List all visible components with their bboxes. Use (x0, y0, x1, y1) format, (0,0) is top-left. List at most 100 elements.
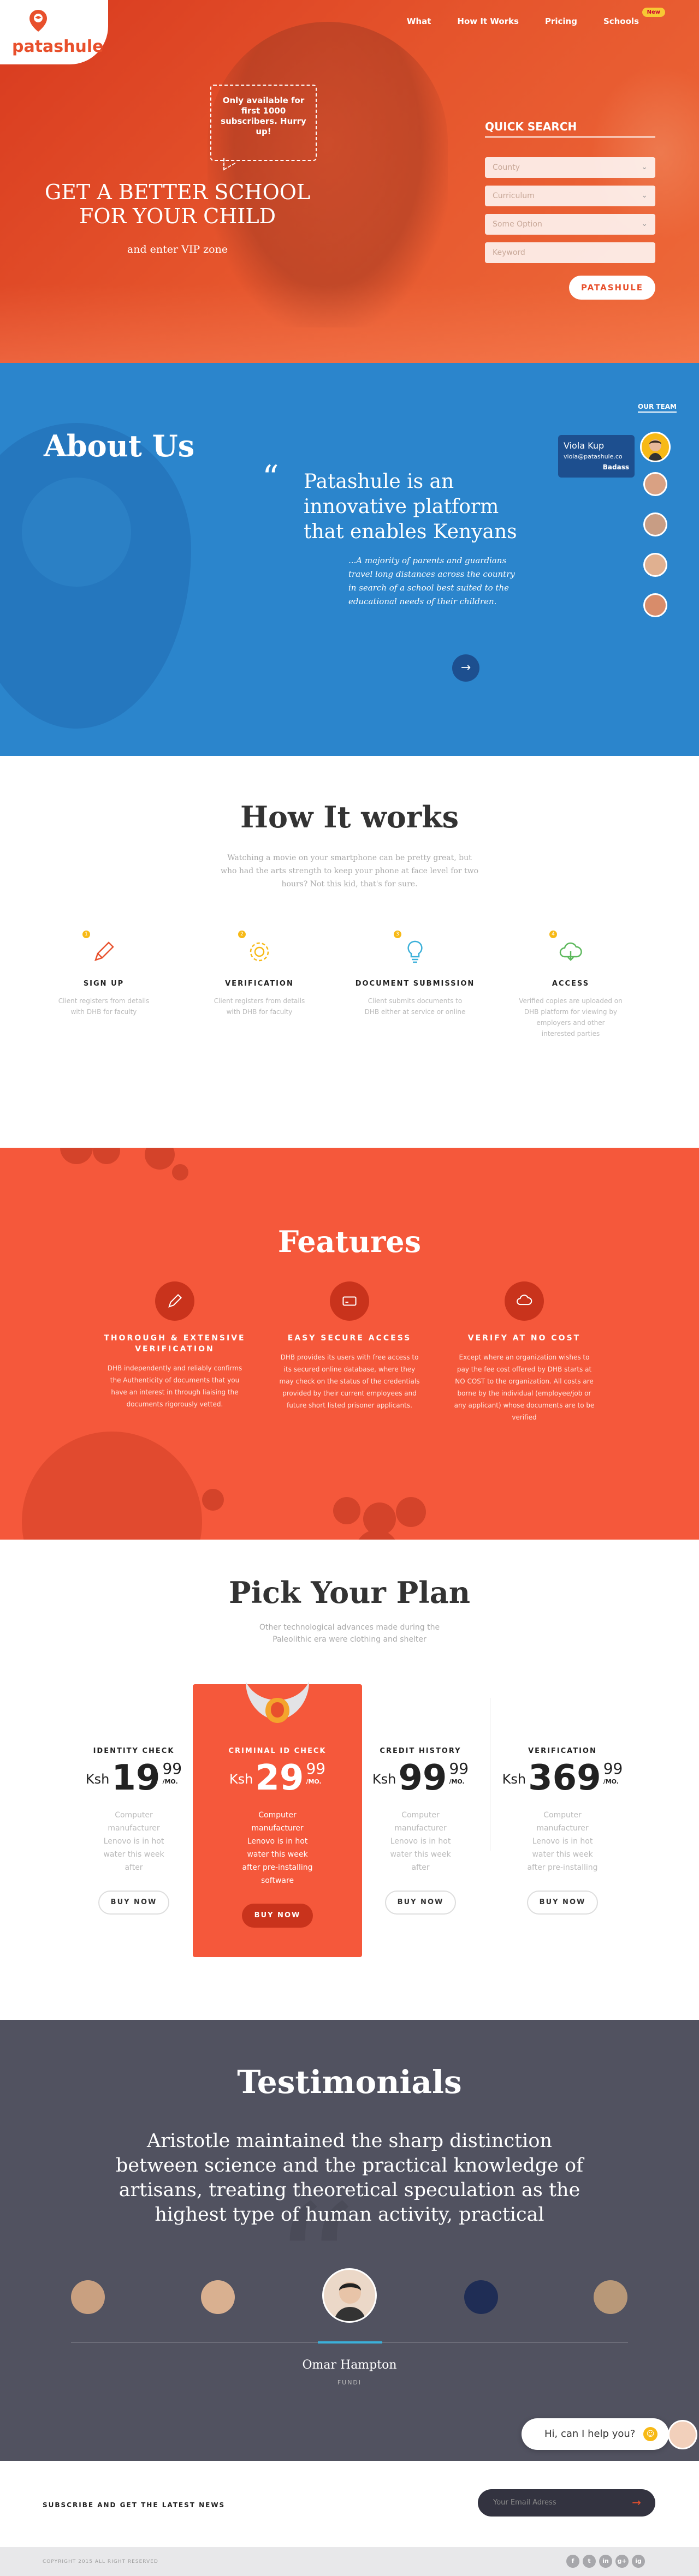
logo[interactable]: patashule (0, 0, 108, 64)
search-button[interactable]: PATASHULE (569, 276, 655, 300)
email-field[interactable]: Your Email Adress → (478, 2489, 655, 2517)
feature-no-cost: VERIFY AT NO COST Except where an organi… (453, 1281, 595, 1423)
gear-icon (250, 942, 269, 962)
testimonial-avatar-active[interactable] (322, 2268, 377, 2323)
hero-subtitle: and enter VIP zone (127, 243, 228, 255)
plan-title: VERIFICATION (528, 1747, 597, 1755)
curriculum-select-label: Curriculum (493, 192, 535, 200)
county-select-label: County (493, 163, 520, 172)
google-plus-icon[interactable]: g+ (615, 2555, 629, 2568)
curriculum-select[interactable]: Curriculum ⌄ (485, 186, 655, 206)
price-whole: 29 (255, 1758, 304, 1798)
plan-credit-history: CREDIT HISTORY Ksh 99 99/MO. Computer ma… (360, 1747, 481, 1915)
step-number: 1 (82, 931, 90, 938)
team-avatar[interactable] (643, 593, 667, 617)
team-label: OUR TEAM (638, 403, 677, 413)
quote-icon: “ (262, 458, 279, 497)
decor-dot (202, 1489, 224, 1511)
plan-identity-check: IDENTITY CHECK Ksh 19 99/MO. Computer ma… (74, 1747, 194, 1915)
decor-gear (22, 1432, 202, 1540)
testimonial-avatar[interactable] (464, 2280, 498, 2314)
step-sign-up: 1 SIGN UP Client registers from details … (44, 931, 164, 1017)
hero-title: GET A BETTER SCHOOL FOR YOUR CHILD (44, 180, 311, 228)
nav-pricing[interactable]: Pricing (545, 16, 577, 26)
arrow-right-icon: → (460, 661, 471, 675)
price-whole: 369 (528, 1758, 601, 1798)
arrow-right-icon[interactable]: → (632, 2496, 641, 2509)
member-email: viola@patashule.co (564, 453, 623, 460)
price-cents: 99 (306, 1760, 326, 1778)
step-title: SIGN UP (83, 980, 125, 988)
step-verification: 2 VERIFICATION Client registers from det… (199, 931, 319, 1017)
email-placeholder: Your Email Adress (493, 2499, 556, 2507)
team-avatar[interactable] (643, 512, 667, 536)
decor-dot (172, 1164, 188, 1180)
plan-price: Ksh 29 99/MO. (217, 1761, 337, 1796)
instagram-icon[interactable]: ig (632, 2555, 645, 2568)
linkedin-icon[interactable]: in (599, 2555, 612, 2568)
buy-now-button[interactable]: BUY NOW (527, 1891, 598, 1915)
hero-section: patashule What How It Works Pricing Scho… (0, 0, 699, 363)
keyword-input[interactable]: Keyword (485, 242, 655, 263)
bulb-icon (407, 940, 423, 963)
plans-description: Other technological advances made during… (259, 1623, 440, 1644)
pencil-icon (94, 941, 114, 961)
testimonial-avatar[interactable] (594, 2280, 627, 2314)
decor-dot (396, 1497, 426, 1527)
logo-text: patashule (12, 37, 104, 56)
cloud-icon (559, 942, 582, 961)
facebook-icon[interactable]: f (566, 2555, 579, 2568)
price-cents: 99 (603, 1760, 623, 1778)
subscribe-section: SUBSCRIBE AND GET THE LATEST NEWS Your E… (0, 2461, 699, 2547)
feature-desc: DHB provides its users with free access … (279, 1353, 420, 1409)
copyright: COPYRIGHT 2015 ALL RIGHT RESERVED (43, 2559, 158, 2565)
member-name: Viola Kup (564, 440, 605, 451)
option-select[interactable]: Some Option ⌄ (485, 214, 655, 235)
feature-icon-circle (505, 1281, 544, 1321)
plan-price: Ksh 19 99/MO. (74, 1761, 194, 1796)
smile-icon: ☺ (643, 2427, 657, 2441)
team-avatar[interactable] (643, 553, 667, 577)
plan-desc: Computer manufacturer Lenovo is in hot w… (390, 1811, 451, 1872)
pricing-section: Pick Your Plan Other technological advan… (0, 1540, 699, 2020)
nav-what[interactable]: What (407, 16, 431, 26)
plan-desc: Computer manufacturer Lenovo is in hot w… (527, 1811, 598, 1872)
background-pin-hole (22, 478, 131, 587)
team-avatar[interactable] (643, 472, 667, 496)
step-desc: Client registers from details with DHB f… (58, 997, 150, 1016)
pencil-icon (168, 1293, 182, 1308)
county-select[interactable]: County ⌄ (485, 157, 655, 178)
plan-price: Ksh 369 99/MO. (502, 1761, 623, 1796)
nav-how-it-works[interactable]: How It Works (457, 16, 519, 26)
buy-now-button[interactable]: BUY NOW (98, 1891, 169, 1915)
feature-icon-circle (330, 1281, 369, 1321)
next-arrow-button[interactable]: → (452, 654, 479, 682)
chat-widget[interactable]: Hi, can I help you? ☺ (522, 2418, 669, 2450)
hero-photo (208, 22, 448, 327)
team-member-card: Viola Kup viola@patashule.co Badass (558, 435, 635, 478)
twitter-icon[interactable]: t (583, 2555, 596, 2568)
team-avatar[interactable] (640, 432, 671, 462)
testimonial-avatar[interactable] (201, 2280, 235, 2314)
avatar-face-icon (648, 439, 662, 461)
decor-dot (145, 1148, 175, 1170)
about-title: About Us (44, 428, 195, 463)
step-desc: Client submits documents to DHB either a… (364, 997, 466, 1016)
nav-schools[interactable]: Schools New (603, 8, 665, 26)
about-body: ...A majority of parents and guardians t… (348, 556, 515, 606)
price-period: /MO. (306, 1778, 322, 1785)
feature-secure-access: EASY SECURE ACCESS DHB provides its user… (279, 1281, 420, 1411)
testimonial-avatar[interactable] (71, 2280, 105, 2314)
plan-desc: Computer manufacturer Lenovo is in hot w… (103, 1811, 164, 1872)
chat-agent-avatar[interactable] (668, 2420, 697, 2449)
how-it-works-section: How It works Watching a movie on your sm… (0, 756, 699, 1148)
step-desc: Client registers from details with DHB f… (214, 997, 305, 1016)
feature-verification: THOROUGH & EXTENSIVE VERIFICATION DHB in… (104, 1281, 246, 1410)
about-section: About Us “ Patashule is an innovative pl… (0, 363, 699, 756)
buy-now-button[interactable]: BUY NOW (242, 1904, 313, 1928)
price-period: /MO. (162, 1778, 178, 1785)
testimonial-quote: Aristotle maintained the sharp distincti… (115, 2130, 584, 2226)
feature-title: THOROUGH & EXTENSIVE VERIFICATION (104, 1334, 246, 1353)
buy-now-button[interactable]: BUY NOW (385, 1891, 456, 1915)
chevron-down-icon: ⌄ (641, 191, 648, 200)
